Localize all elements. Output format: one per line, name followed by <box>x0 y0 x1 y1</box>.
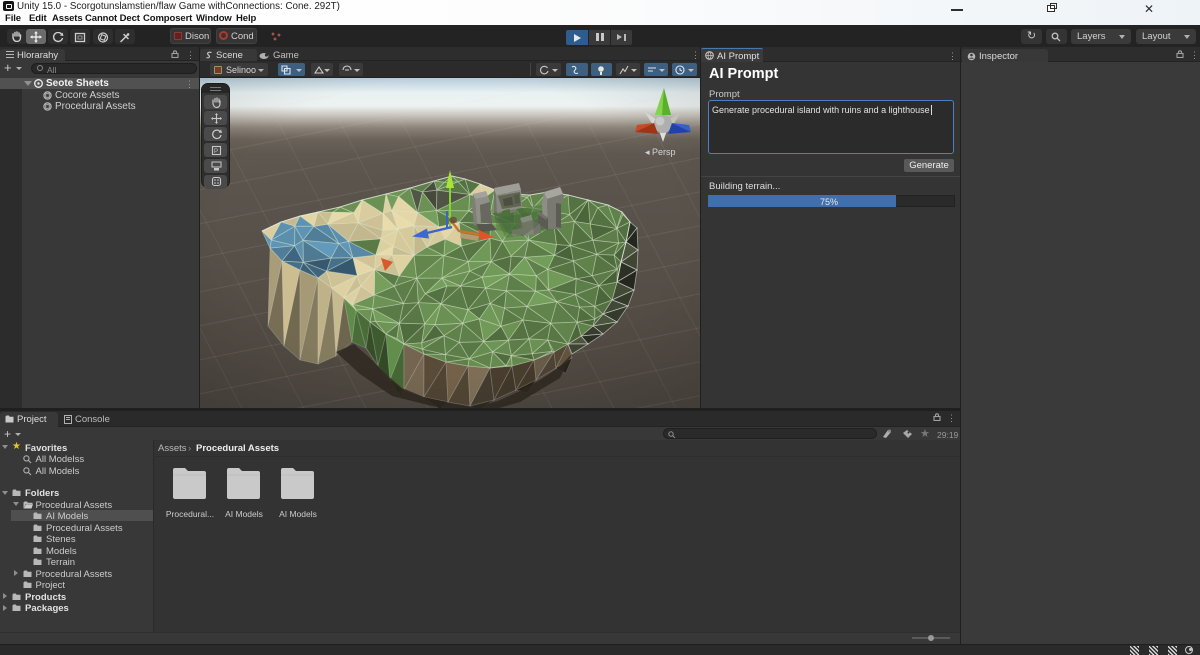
svg-text:P: P <box>214 149 218 155</box>
